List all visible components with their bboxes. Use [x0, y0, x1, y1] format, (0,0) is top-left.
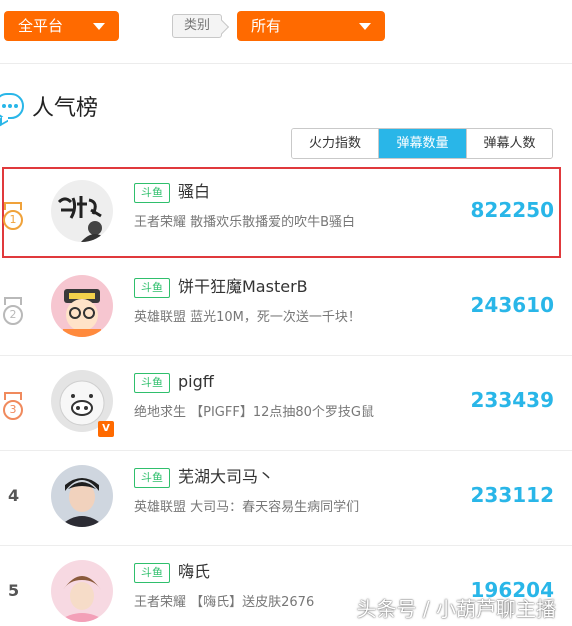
chevron-down-icon	[359, 23, 371, 30]
platform-tag: 斗鱼	[134, 183, 170, 203]
silver-medal-icon: 2	[2, 297, 24, 327]
danmaku-count: 822250	[470, 198, 555, 222]
category-label: 类别	[172, 14, 222, 38]
divider	[0, 63, 572, 64]
platform-tag: 斗鱼	[134, 468, 170, 488]
tab-fire-index[interactable]: 火力指数	[292, 129, 378, 158]
tab-danmaku-users[interactable]: 弹幕人数	[466, 129, 552, 158]
bronze-medal-icon: 3	[2, 392, 24, 422]
chat-bubble-icon	[0, 93, 24, 127]
streamer-name[interactable]: pigff	[178, 371, 214, 393]
platform-dropdown[interactable]: 全平台	[4, 11, 119, 41]
avatar[interactable]	[51, 180, 113, 242]
chevron-down-icon	[93, 23, 105, 30]
streamer-name[interactable]: 嗨氏	[178, 561, 210, 583]
avatar[interactable]	[51, 465, 113, 527]
rank-number: 4	[8, 486, 20, 505]
platform-tag: 斗鱼	[134, 278, 170, 298]
danmaku-count: 233112	[470, 483, 555, 507]
avatar[interactable]	[51, 275, 113, 337]
stream-description: 王者荣耀 【嗨氏】送皮肤2676	[134, 595, 315, 610]
platform-dropdown-label: 全平台	[18, 17, 64, 35]
platform-tag: 斗鱼	[134, 373, 170, 393]
list-item[interactable]: 4 斗鱼 芜湖大司马丶 英雄联盟 大司马：春天容易生病同学们 233112	[0, 450, 572, 546]
list-item[interactable]: 3 V 斗鱼 pigff 绝地求生 【PIGFF】12点抽80个罗技G鼠 233…	[0, 355, 572, 451]
danmaku-count: 243610	[470, 293, 555, 317]
list-item[interactable]: 2 斗鱼 饼干狂魔MasterB 英雄联盟 蓝光10M，死一次送一千块！ 243…	[0, 260, 572, 356]
streamer-name[interactable]: 芜湖大司马丶	[178, 466, 274, 488]
stream-description: 英雄联盟 蓝光10M，死一次送一千块！	[134, 310, 361, 325]
section-title: 人气榜	[32, 96, 99, 121]
category-dropdown[interactable]: 所有	[237, 11, 385, 41]
danmaku-count: 233439	[470, 388, 555, 412]
ranking-tabs: 火力指数 弹幕数量 弹幕人数	[291, 128, 553, 159]
streamer-name[interactable]: 骚白	[178, 181, 210, 203]
verified-badge-icon: V	[98, 421, 114, 437]
list-item[interactable]: 1 斗鱼 骚白 王者荣耀 散播欢乐散播爱的吹牛B骚白 822250	[0, 165, 572, 261]
tab-danmaku-count[interactable]: 弹幕数量	[378, 129, 466, 158]
avatar[interactable]	[51, 560, 113, 622]
platform-tag: 斗鱼	[134, 563, 170, 583]
watermark: 头条号 / 小葫芦聊主播	[356, 597, 556, 621]
stream-description: 王者荣耀 散播欢乐散播爱的吹牛B骚白	[134, 215, 356, 230]
gold-medal-icon: 1	[2, 202, 24, 232]
category-dropdown-label: 所有	[251, 17, 282, 35]
stream-description: 绝地求生 【PIGFF】12点抽80个罗技G鼠	[134, 405, 374, 420]
stream-description: 英雄联盟 大司马：春天容易生病同学们	[134, 500, 360, 515]
rank-number: 5	[8, 581, 20, 600]
streamer-name[interactable]: 饼干狂魔MasterB	[178, 276, 308, 298]
